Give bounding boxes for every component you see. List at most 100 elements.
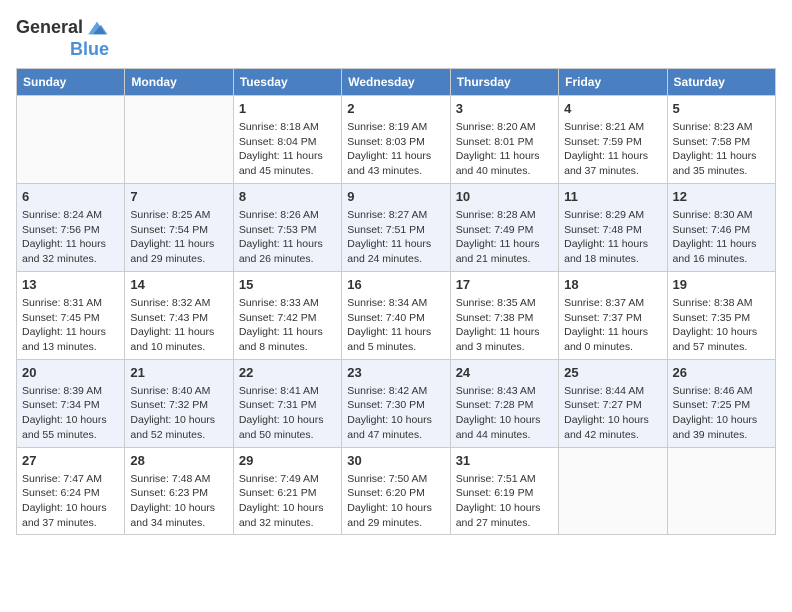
day-info: Sunrise: 8:20 AM Sunset: 8:01 PM Dayligh… [456,120,553,179]
calendar-cell: 25 Sunrise: 8:44 AM Sunset: 7:27 PM Dayli… [559,359,667,447]
calendar-cell: 1 Sunrise: 8:18 AM Sunset: 8:04 PM Daylig… [233,95,341,183]
day-number: 28 [130,452,227,470]
calendar-cell [559,447,667,535]
day-number: 27 [22,452,119,470]
day-info: Sunrise: 8:44 AM Sunset: 7:27 PM Dayligh… [564,384,661,443]
calendar-cell [125,95,233,183]
day-number: 20 [22,364,119,382]
day-number: 29 [239,452,336,470]
day-number: 6 [22,188,119,206]
day-info: Sunrise: 8:26 AM Sunset: 7:53 PM Dayligh… [239,208,336,267]
calendar-cell [667,447,775,535]
calendar-cell: 29Sunrise: 7:49 AM Sunset: 6:21 PM Dayli… [233,447,341,535]
calendar-week-row: 13 Sunrise: 8:31 AM Sunset: 7:45 PM Dayli… [17,271,776,359]
day-number: 1 [239,100,336,118]
day-number: 30 [347,452,444,470]
day-info: Sunrise: 8:19 AM Sunset: 8:03 PM Dayligh… [347,120,444,179]
day-number: 7 [130,188,227,206]
calendar-cell: 23 Sunrise: 8:42 AM Sunset: 7:30 PM Dayli… [342,359,450,447]
day-number: 22 [239,364,336,382]
day-info: Sunrise: 8:29 AM Sunset: 7:48 PM Dayligh… [564,208,661,267]
calendar-cell: 14 Sunrise: 8:32 AM Sunset: 7:43 PM Dayli… [125,271,233,359]
calendar-cell: 4 Sunrise: 8:21 AM Sunset: 7:59 PM Daylig… [559,95,667,183]
day-number: 23 [347,364,444,382]
calendar-cell: 9 Sunrise: 8:27 AM Sunset: 7:51 PM Daylig… [342,183,450,271]
calendar-cell: 6 Sunrise: 8:24 AM Sunset: 7:56 PM Daylig… [17,183,125,271]
day-number: 12 [673,188,770,206]
day-info: Sunrise: 8:31 AM Sunset: 7:45 PM Dayligh… [22,296,119,355]
day-number: 16 [347,276,444,294]
day-number: 5 [673,100,770,118]
calendar-cell: 16 Sunrise: 8:34 AM Sunset: 7:40 PM Dayli… [342,271,450,359]
day-info: Sunrise: 8:41 AM Sunset: 7:31 PM Dayligh… [239,384,336,443]
day-info: Sunrise: 7:51 AM Sunset: 6:19 PM Dayligh… [456,472,553,531]
day-number: 25 [564,364,661,382]
logo-icon [85,16,109,40]
day-number: 17 [456,276,553,294]
calendar-cell: 26 Sunrise: 8:46 AM Sunset: 7:25 PM Dayli… [667,359,775,447]
day-info: Sunrise: 8:18 AM Sunset: 8:04 PM Dayligh… [239,120,336,179]
day-info: Sunrise: 8:40 AM Sunset: 7:32 PM Dayligh… [130,384,227,443]
day-info: Sunrise: 8:21 AM Sunset: 7:59 PM Dayligh… [564,120,661,179]
day-info: Sunrise: 7:48 AM Sunset: 6:23 PM Dayligh… [130,472,227,531]
day-info: Sunrise: 8:43 AM Sunset: 7:28 PM Dayligh… [456,384,553,443]
day-info: Sunrise: 7:50 AM Sunset: 6:20 PM Dayligh… [347,472,444,531]
calendar-cell [17,95,125,183]
day-info: Sunrise: 8:38 AM Sunset: 7:35 PM Dayligh… [673,296,770,355]
day-info: Sunrise: 8:28 AM Sunset: 7:49 PM Dayligh… [456,208,553,267]
day-info: Sunrise: 8:33 AM Sunset: 7:42 PM Dayligh… [239,296,336,355]
day-number: 2 [347,100,444,118]
calendar-cell: 28 Sunrise: 7:48 AM Sunset: 6:23 PM Dayli… [125,447,233,535]
day-info: Sunrise: 8:39 AM Sunset: 7:34 PM Dayligh… [22,384,119,443]
day-info: Sunrise: 8:27 AM Sunset: 7:51 PM Dayligh… [347,208,444,267]
calendar-cell: 19 Sunrise: 8:38 AM Sunset: 7:35 PM Dayli… [667,271,775,359]
calendar-cell: 15Sunrise: 8:33 AM Sunset: 7:42 PM Dayli… [233,271,341,359]
day-number: 18 [564,276,661,294]
day-number: 3 [456,100,553,118]
day-info: Sunrise: 8:30 AM Sunset: 7:46 PM Dayligh… [673,208,770,267]
calendar-header-row: SundayMondayTuesdayWednesdayThursdayFrid… [17,68,776,95]
calendar-cell: 5 Sunrise: 8:23 AM Sunset: 7:58 PM Daylig… [667,95,775,183]
day-number: 11 [564,188,661,206]
day-number: 10 [456,188,553,206]
day-number: 31 [456,452,553,470]
calendar-table: SundayMondayTuesdayWednesdayThursdayFrid… [16,68,776,536]
day-info: Sunrise: 8:32 AM Sunset: 7:43 PM Dayligh… [130,296,227,355]
calendar-cell: 8 Sunrise: 8:26 AM Sunset: 7:53 PM Daylig… [233,183,341,271]
day-number: 13 [22,276,119,294]
weekday-header-sunday: Sunday [17,68,125,95]
day-info: Sunrise: 8:42 AM Sunset: 7:30 PM Dayligh… [347,384,444,443]
day-number: 14 [130,276,227,294]
day-number: 26 [673,364,770,382]
weekday-header-saturday: Saturday [667,68,775,95]
calendar-cell: 21Sunrise: 8:40 AM Sunset: 7:32 PM Dayli… [125,359,233,447]
calendar-week-row: 1 Sunrise: 8:18 AM Sunset: 8:04 PM Daylig… [17,95,776,183]
day-info: Sunrise: 8:23 AM Sunset: 7:58 PM Dayligh… [673,120,770,179]
day-info: Sunrise: 8:35 AM Sunset: 7:38 PM Dayligh… [456,296,553,355]
calendar-cell: 22 Sunrise: 8:41 AM Sunset: 7:31 PM Dayli… [233,359,341,447]
day-info: Sunrise: 8:37 AM Sunset: 7:37 PM Dayligh… [564,296,661,355]
calendar-cell: 2 Sunrise: 8:19 AM Sunset: 8:03 PM Daylig… [342,95,450,183]
page-header: General Blue [16,16,776,60]
logo-blue-text: Blue [70,40,109,60]
logo: General Blue [16,16,109,60]
calendar-cell: 31 Sunrise: 7:51 AM Sunset: 6:19 PM Dayli… [450,447,558,535]
day-info: Sunrise: 8:46 AM Sunset: 7:25 PM Dayligh… [673,384,770,443]
day-number: 8 [239,188,336,206]
day-number: 24 [456,364,553,382]
day-info: Sunrise: 7:47 AM Sunset: 6:24 PM Dayligh… [22,472,119,531]
weekday-header-thursday: Thursday [450,68,558,95]
weekday-header-monday: Monday [125,68,233,95]
weekday-header-wednesday: Wednesday [342,68,450,95]
day-info: Sunrise: 8:34 AM Sunset: 7:40 PM Dayligh… [347,296,444,355]
day-info: Sunrise: 8:24 AM Sunset: 7:56 PM Dayligh… [22,208,119,267]
day-number: 4 [564,100,661,118]
day-number: 19 [673,276,770,294]
calendar-cell: 17 Sunrise: 8:35 AM Sunset: 7:38 PM Dayli… [450,271,558,359]
calendar-cell: 27 Sunrise: 7:47 AM Sunset: 6:24 PM Dayli… [17,447,125,535]
weekday-header-tuesday: Tuesday [233,68,341,95]
calendar-week-row: 20 Sunrise: 8:39 AM Sunset: 7:34 PM Dayli… [17,359,776,447]
day-number: 9 [347,188,444,206]
calendar-week-row: 27 Sunrise: 7:47 AM Sunset: 6:24 PM Dayli… [17,447,776,535]
calendar-cell: 11 Sunrise: 8:29 AM Sunset: 7:48 PM Dayli… [559,183,667,271]
